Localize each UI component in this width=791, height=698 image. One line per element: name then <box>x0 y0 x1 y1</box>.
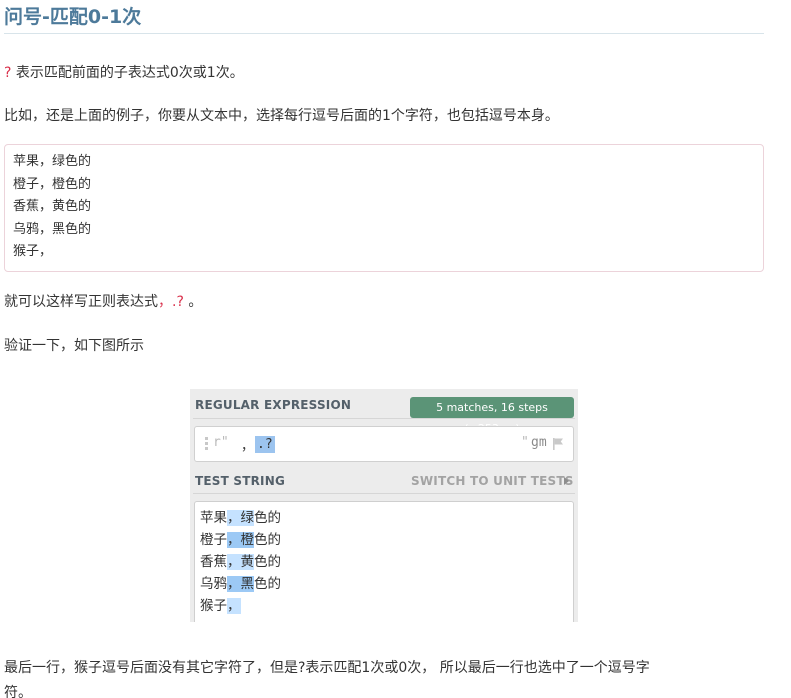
sample-line: 乌鸦，黑色的 <box>13 221 92 237</box>
match-highlight: ， <box>227 598 241 614</box>
sample-line: 猴子， <box>13 244 53 259</box>
regex-sentence: 就可以这样写正则表达式，.? 。 <box>4 292 202 312</box>
intro-text: 表示匹配前面的子表达式0次或1次。 <box>11 65 244 81</box>
regular-expression-label: REGULAR EXPRESSION <box>195 398 352 412</box>
test-string-label: TEST STRING <box>195 474 286 488</box>
sample-text-block: 苹果，绿色的 橙子，橙色的 香蕉，黄色的 乌鸦，黑色的 猴子， <box>4 144 764 272</box>
matches-badge: 5 matches, 16 steps (~253ms) <box>410 397 574 435</box>
regex-sentence-tail: 。 <box>183 294 203 310</box>
conclusion-paragraph-continued: 符。 <box>4 685 32 698</box>
test-line: 橙子，橙色的 <box>200 529 568 551</box>
regex-section-divider <box>193 418 575 419</box>
conclusion-paragraph: 最后一行，猴子逗号后面没有其它字符了，但是?表示匹配1次或0次， 所以最后一行也… <box>4 660 650 676</box>
regex-sentence-lead: 就可以这样写正则表达式 <box>4 294 158 310</box>
switch-to-unit-tests-button[interactable]: SWITCH TO UNIT TESTS <box>411 474 574 488</box>
regex-input[interactable]: r" ， .? " gm <box>194 426 574 462</box>
chevron-right-icon[interactable] <box>564 477 569 485</box>
match-highlight: ，黑 <box>227 576 254 592</box>
regex101-screenshot: REGULAR EXPRESSION 5 matches, 16 steps (… <box>190 389 578 622</box>
test-line-suffix: 色的 <box>254 554 281 570</box>
test-line: 猴子， <box>200 595 568 617</box>
test-line-suffix: 色的 <box>254 510 281 526</box>
sample-line: 苹果，绿色的 <box>13 154 92 169</box>
test-line-suffix: 色的 <box>254 532 281 548</box>
test-line-prefix: 猴子 <box>200 598 227 614</box>
drag-handle-icon[interactable] <box>205 437 209 451</box>
match-highlight: ，绿 <box>227 510 254 526</box>
test-line: 香蕉，黄色的 <box>200 551 568 573</box>
regex-flags[interactable]: gm <box>531 435 547 450</box>
regex-inline-code: ，.? <box>158 294 184 310</box>
test-line: 乌鸦，黑色的 <box>200 573 568 595</box>
intro-paragraph: ? 表示匹配前面的子表达式0次或1次。 <box>4 63 244 83</box>
test-line-prefix: 橙子 <box>200 532 227 548</box>
regex-comma: ， <box>241 439 255 454</box>
sample-line: 橙子，橙色的 <box>13 176 92 192</box>
regex-delimiter-close: " <box>521 435 529 450</box>
regex-tokens: .? <box>255 436 275 453</box>
example-paragraph: 比如，还是上面的例子，你要从文本中，选择每行逗号后面的1个字符，也包括逗号本身。 <box>4 108 559 124</box>
test-section-divider <box>193 493 575 494</box>
test-line-prefix: 乌鸦 <box>200 576 227 592</box>
test-string-textarea[interactable]: 苹果，绿色的 橙子，橙色的 香蕉，黄色的 乌鸦，黑色的 猴子， <box>194 501 574 622</box>
page-title: 问号-匹配0-1次 <box>4 6 142 28</box>
flag-icon[interactable] <box>551 437 565 451</box>
sample-line: 香蕉，黄色的 <box>13 199 92 214</box>
test-line-suffix: 色的 <box>254 576 281 592</box>
test-line-prefix: 苹果 <box>200 510 227 526</box>
match-highlight: ，橙 <box>227 532 254 548</box>
test-line-prefix: 香蕉 <box>200 554 227 570</box>
match-highlight: ，黄 <box>227 554 254 570</box>
verify-paragraph: 验证一下，如下图所示 <box>4 338 144 354</box>
test-line: 苹果，绿色的 <box>200 507 568 529</box>
title-divider <box>4 33 764 34</box>
regex-delimiter-open: r" <box>213 435 229 450</box>
